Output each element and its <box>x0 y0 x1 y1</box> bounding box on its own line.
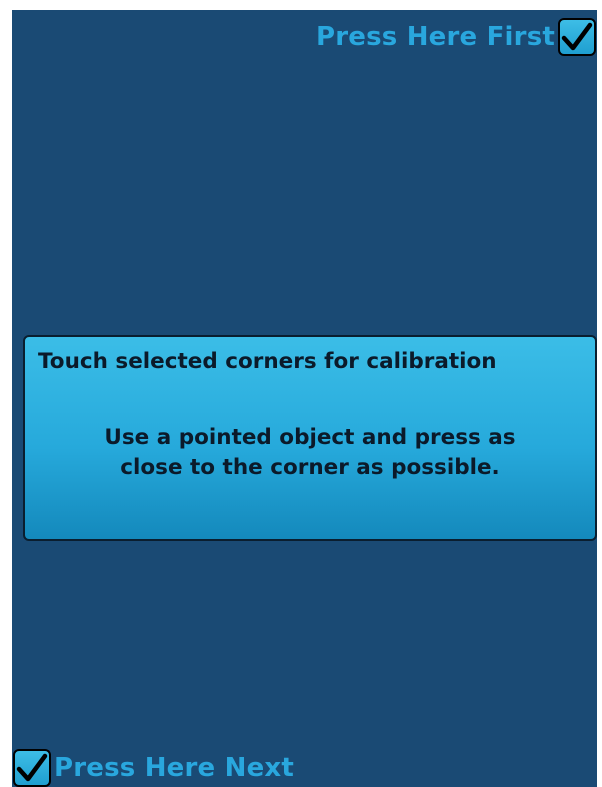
calibration-screen: Press Here First Touch selected corners … <box>12 10 597 787</box>
dialog-message-line: close to the corner as possible. <box>120 455 500 480</box>
checkmark-icon[interactable] <box>13 749 51 787</box>
press-here-next-target[interactable]: Press Here Next <box>13 749 294 787</box>
press-here-first-target[interactable]: Press Here First <box>316 18 596 56</box>
calibration-instructions-dialog: Touch selected corners for calibration U… <box>23 335 597 541</box>
dialog-message-line: Use a pointed object and press as <box>104 425 516 450</box>
dialog-message: Use a pointed object and press as close … <box>25 423 595 483</box>
press-here-next-label: Press Here Next <box>54 753 295 783</box>
press-here-first-label: Press Here First <box>315 22 555 52</box>
dialog-title: Touch selected corners for calibration <box>38 349 497 374</box>
checkmark-icon[interactable] <box>558 18 596 56</box>
